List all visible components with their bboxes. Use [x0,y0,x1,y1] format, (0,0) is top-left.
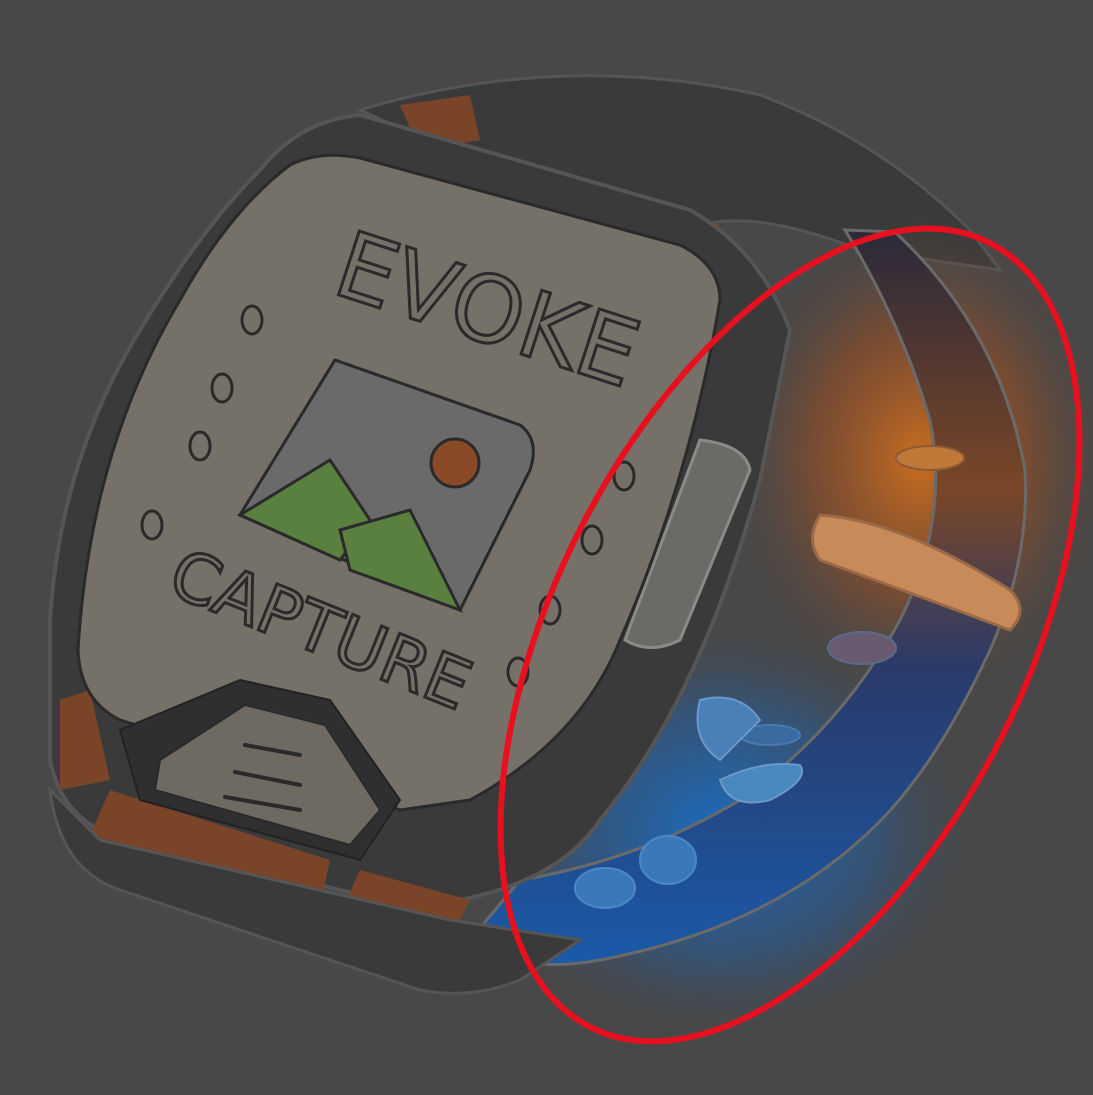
strap-hole [895,445,965,471]
illustration-canvas: EVOKE CAPTURE [0,0,1093,1095]
strap-hole [574,867,636,909]
strap-hole [827,631,897,665]
smartwatch-sketch: EVOKE CAPTURE [47,74,1093,1045]
strap-hole [639,835,697,885]
